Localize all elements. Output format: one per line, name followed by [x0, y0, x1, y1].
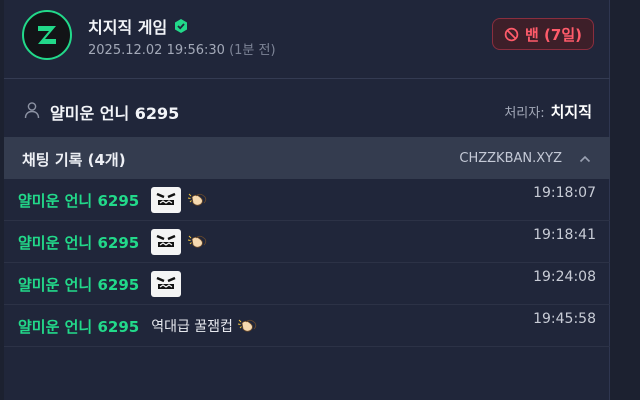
chat-timestamp: 19:45:58 [533, 311, 596, 327]
clap-emote-icon [237, 317, 259, 335]
handler-info: 처리자: 치지직 [504, 101, 592, 122]
handler-name: 치지직 [550, 103, 592, 121]
user-icon [24, 101, 40, 119]
chat-timestamp: 19:18:41 [533, 227, 596, 243]
chat-message-text: 역대급 꿀잼컵 [151, 319, 233, 335]
ban-circle-icon [504, 27, 519, 41]
chat-message-row: 얄미운 언니 6295 19:24:08 [4, 263, 610, 305]
chat-message-row: 얄미운 언니 6295 역대급 꿀잼컵 19:45:58 [4, 305, 610, 347]
face-emote-icon [151, 187, 182, 213]
handler-label: 처리자: [504, 106, 545, 121]
banned-user-row: 얄미운 언니 6295 처리자: 치지직 [4, 86, 610, 134]
face-emote-icon [151, 271, 182, 297]
clap-emote-icon [187, 233, 209, 251]
chat-message-row: 얄미운 언니 6295 19:18:41 [4, 221, 610, 263]
chat-log-title: 채팅 기록 (4개) [22, 151, 126, 169]
chat-timestamp: 19:18:07 [533, 185, 596, 201]
ban-timestamp: 2025.12.02 19:56:30 (1분 전) [88, 39, 276, 58]
banned-user-name[interactable]: 얄미운 언니 6295 [50, 100, 179, 124]
clap-emote-icon [187, 191, 209, 209]
channel-header: 치지직 게임 2025.12.02 19:56:30 (1분 전) 밴 (7일) [4, 0, 610, 76]
chzzk-logo-icon [38, 26, 56, 44]
chat-username[interactable]: 얄미운 언니 6295 [18, 274, 139, 295]
chat-username[interactable]: 얄미운 언니 6295 [18, 190, 139, 211]
chevron-up-icon[interactable] [578, 151, 592, 165]
chat-log-list: 얄미운 언니 6295 19:18:07 얄미운 언니 6295 19:18:4… [4, 179, 610, 347]
ban-record-card: 치지직 게임 2025.12.02 19:56:30 (1분 전) 밴 (7일) [4, 0, 610, 400]
ban-datetime: 2025.12.02 19:56:30 [88, 43, 225, 58]
site-watermark: CHZZKBAN.XYZ [459, 151, 562, 166]
chat-log-header[interactable]: 채팅 기록 (4개) CHZZKBAN.XYZ [4, 137, 610, 179]
ban-duration-badge[interactable]: 밴 (7일) [492, 18, 594, 50]
channel-name: 치지직 게임 [88, 18, 168, 37]
channel-avatar[interactable] [22, 10, 72, 60]
verified-badge-icon [173, 18, 189, 34]
chat-username[interactable]: 얄미운 언니 6295 [18, 232, 139, 253]
chat-username[interactable]: 얄미운 언니 6295 [18, 316, 139, 337]
chat-timestamp: 19:24:08 [533, 269, 596, 285]
ban-duration-label: 밴 (7일) [525, 25, 582, 44]
divider [4, 78, 610, 79]
face-emote-icon [151, 229, 182, 255]
chat-message-row: 얄미운 언니 6295 19:18:07 [4, 179, 610, 221]
ban-relative-time: (1분 전) [229, 43, 276, 58]
